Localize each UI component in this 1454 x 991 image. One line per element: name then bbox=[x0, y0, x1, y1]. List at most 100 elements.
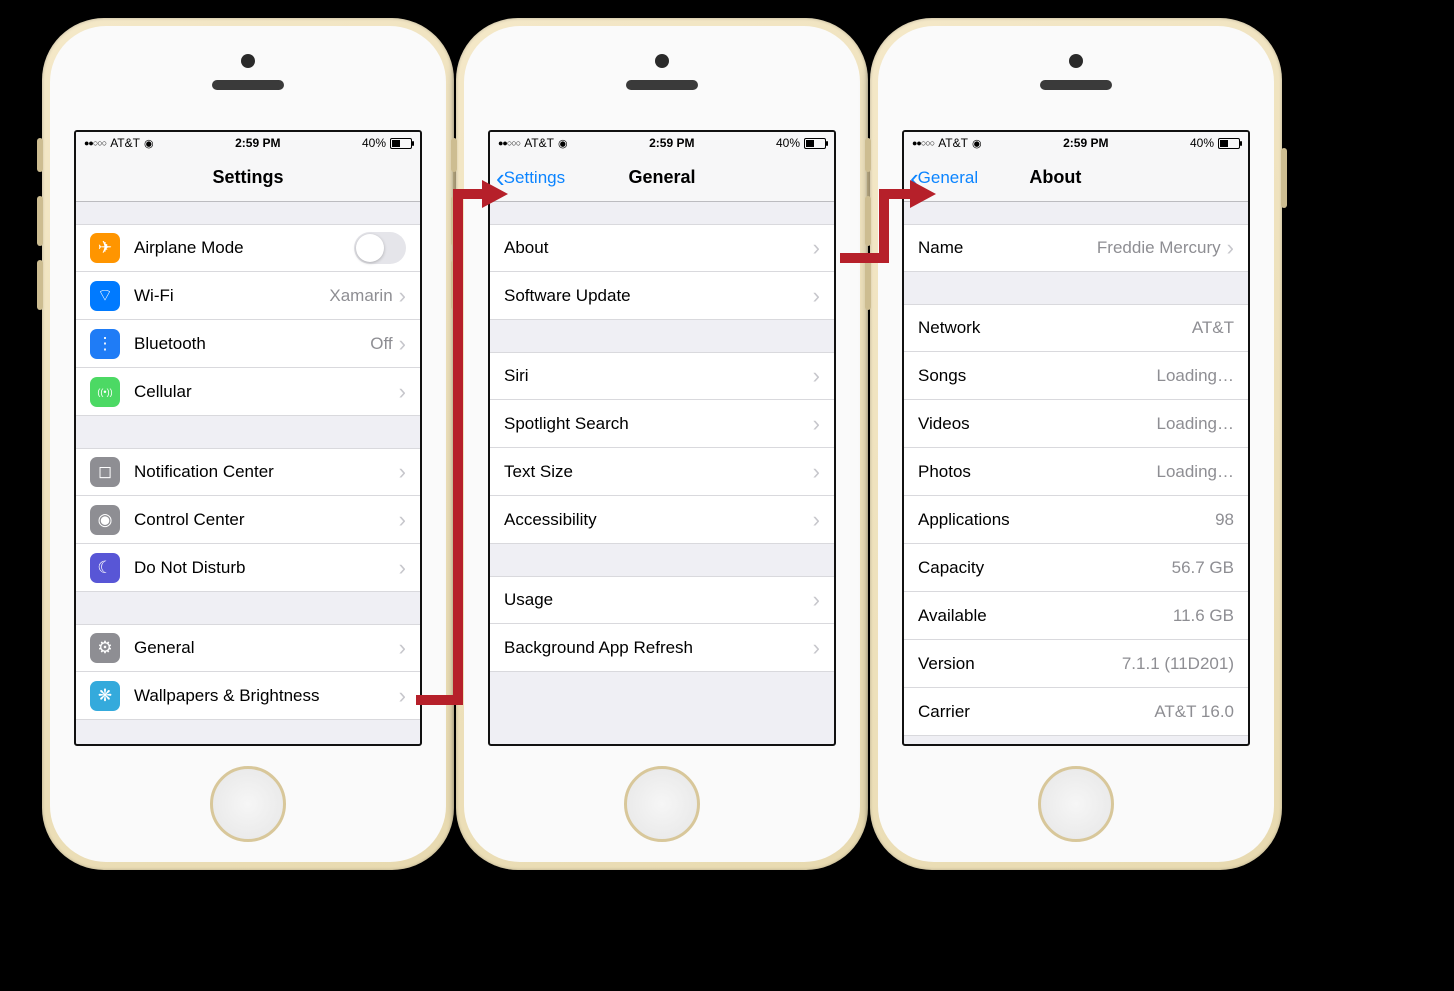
row-label: Do Not Disturb bbox=[134, 558, 393, 578]
list-item[interactable]: Capacity 56.7 GB bbox=[904, 544, 1248, 592]
screen-about: ●●○○○AT&T◉ 2:59 PM 40% ‹General About Na… bbox=[902, 130, 1250, 746]
chevron-right-icon: › bbox=[1227, 235, 1234, 261]
list-item[interactable]: Software Update › bbox=[490, 272, 834, 320]
list-item[interactable]: ❋Wallpapers & Brightness› bbox=[76, 672, 420, 720]
chevron-right-icon: › bbox=[813, 507, 820, 533]
list-item[interactable]: Songs Loading… bbox=[904, 352, 1248, 400]
row-label: Version bbox=[918, 654, 1114, 674]
list-item[interactable]: Usage› bbox=[490, 576, 834, 624]
wifi-status-icon: ◉ bbox=[972, 137, 982, 150]
list-item[interactable]: NetworkAT&T bbox=[904, 304, 1248, 352]
signal-icon: ●●○○○ bbox=[912, 138, 934, 148]
list-item[interactable]: Background App Refresh › bbox=[490, 624, 834, 672]
home-button[interactable] bbox=[210, 766, 286, 842]
row-value: 56.7 GB bbox=[1172, 558, 1234, 578]
row-label: Cellular bbox=[134, 382, 393, 402]
list-item[interactable]: Text Size › bbox=[490, 448, 834, 496]
list-item[interactable]: ✈Airplane Mode bbox=[76, 224, 420, 272]
battery-icon bbox=[390, 138, 412, 149]
home-button[interactable] bbox=[624, 766, 700, 842]
page-title: About bbox=[1029, 167, 1081, 188]
row-label: Usage bbox=[504, 590, 807, 610]
chevron-right-icon: › bbox=[399, 507, 406, 533]
chevron-right-icon: › bbox=[399, 379, 406, 405]
home-button[interactable] bbox=[1038, 766, 1114, 842]
phone-general: ●●○○○AT&T◉ 2:59 PM 40% ‹Settings General… bbox=[456, 18, 868, 870]
chevron-right-icon: › bbox=[813, 283, 820, 309]
row-label: Wi-Fi bbox=[134, 286, 321, 306]
list-item[interactable]: Version7.1.1 (11D201) bbox=[904, 640, 1248, 688]
about-list[interactable]: NameFreddie Mercury› NetworkAT&T Songs Load… bbox=[904, 202, 1248, 744]
row-label: Name bbox=[918, 238, 1089, 258]
row-value: Loading… bbox=[1156, 462, 1234, 482]
list-item[interactable]: CarrierAT&T 16.0 bbox=[904, 688, 1248, 736]
phone-about: ●●○○○AT&T◉ 2:59 PM 40% ‹General About Na… bbox=[870, 18, 1282, 870]
airplane-icon: ✈ bbox=[90, 233, 120, 263]
wifi-icon: ⌔ bbox=[90, 281, 120, 311]
row-label: Available bbox=[918, 606, 1165, 626]
back-button[interactable]: ‹Settings bbox=[496, 165, 565, 191]
row-label: Songs bbox=[918, 366, 1148, 386]
status-bar: ●●○○○AT&T◉ 2:59 PM 40% bbox=[490, 132, 834, 154]
row-label: Capacity bbox=[918, 558, 1164, 578]
toggle-switch[interactable] bbox=[354, 232, 406, 264]
wallpaper-icon: ❋ bbox=[90, 681, 120, 711]
list-item[interactable]: ⌔ Wi-Fi Xamarin › bbox=[76, 272, 420, 320]
general-icon: ⚙ bbox=[90, 633, 120, 663]
row-label: Text Size bbox=[504, 462, 807, 482]
row-value: Loading… bbox=[1156, 414, 1234, 434]
nav-bar: ‹Settings General bbox=[490, 154, 834, 202]
row-label: Background App Refresh bbox=[504, 638, 807, 658]
back-label: Settings bbox=[504, 168, 565, 188]
general-list[interactable]: About›Software Update›Siri›Spotlight Sea… bbox=[490, 202, 834, 744]
bluetooth-icon: ⋮ bbox=[90, 329, 120, 359]
row-value: 98 bbox=[1215, 510, 1234, 530]
row-value: Xamarin bbox=[329, 286, 392, 306]
wifi-status-icon: ◉ bbox=[144, 137, 154, 150]
nav-bar: Settings bbox=[76, 154, 420, 202]
list-item[interactable]: ⋮BluetoothOff› bbox=[76, 320, 420, 368]
row-value: Loading… bbox=[1156, 366, 1234, 386]
list-item[interactable]: Available11.6 GB bbox=[904, 592, 1248, 640]
row-label: Control Center bbox=[134, 510, 393, 530]
list-item[interactable]: Siri› bbox=[490, 352, 834, 400]
list-item[interactable]: ☾Do Not Disturb› bbox=[76, 544, 420, 592]
list-item[interactable]: NameFreddie Mercury› bbox=[904, 224, 1248, 272]
wifi-status-icon: ◉ bbox=[558, 137, 568, 150]
nav-bar: ‹General About bbox=[904, 154, 1248, 202]
row-label: Software Update bbox=[504, 286, 807, 306]
list-item[interactable]: ⚙ General › bbox=[76, 624, 420, 672]
list-item[interactable]: ◉Control Center› bbox=[76, 496, 420, 544]
back-button[interactable]: ‹General bbox=[910, 165, 978, 191]
row-label: General bbox=[134, 638, 393, 658]
chevron-right-icon: › bbox=[813, 363, 820, 389]
list-item[interactable]: Accessibility› bbox=[490, 496, 834, 544]
screen-settings: ●●○○○AT&T◉ 2:59 PM 40% Settings ✈Airplan… bbox=[74, 130, 422, 746]
list-item[interactable]: Applications 98 bbox=[904, 496, 1248, 544]
chevron-right-icon: › bbox=[813, 459, 820, 485]
chevron-right-icon: › bbox=[399, 459, 406, 485]
row-label: Bluetooth bbox=[134, 334, 362, 354]
list-item[interactable]: ◻Notification Center› bbox=[76, 448, 420, 496]
row-label: Spotlight Search bbox=[504, 414, 807, 434]
battery-icon bbox=[1218, 138, 1240, 149]
chevron-right-icon: › bbox=[813, 635, 820, 661]
settings-list[interactable]: ✈Airplane Mode ⌔ Wi-Fi Xamarin › ⋮ Bluetooth Of… bbox=[76, 202, 420, 744]
chevron-right-icon: › bbox=[399, 635, 406, 661]
list-item[interactable]: VideosLoading… bbox=[904, 400, 1248, 448]
phone-settings: ●●○○○AT&T◉ 2:59 PM 40% Settings ✈Airplan… bbox=[42, 18, 454, 870]
chevron-right-icon: › bbox=[399, 283, 406, 309]
list-item[interactable]: PhotosLoading… bbox=[904, 448, 1248, 496]
list-item[interactable]: Spotlight Search › bbox=[490, 400, 834, 448]
battery-label: 40% bbox=[362, 136, 386, 150]
carrier-label: AT&T bbox=[110, 136, 140, 150]
camera-dot bbox=[241, 54, 255, 68]
screen-general: ●●○○○AT&T◉ 2:59 PM 40% ‹Settings General… bbox=[488, 130, 836, 746]
list-item[interactable]: About› bbox=[490, 224, 834, 272]
chevron-right-icon: › bbox=[399, 555, 406, 581]
row-label: Applications bbox=[918, 510, 1207, 530]
row-value: Off bbox=[370, 334, 392, 354]
chevron-right-icon: › bbox=[813, 411, 820, 437]
list-item[interactable]: ((•))Cellular› bbox=[76, 368, 420, 416]
row-label: About bbox=[504, 238, 807, 258]
